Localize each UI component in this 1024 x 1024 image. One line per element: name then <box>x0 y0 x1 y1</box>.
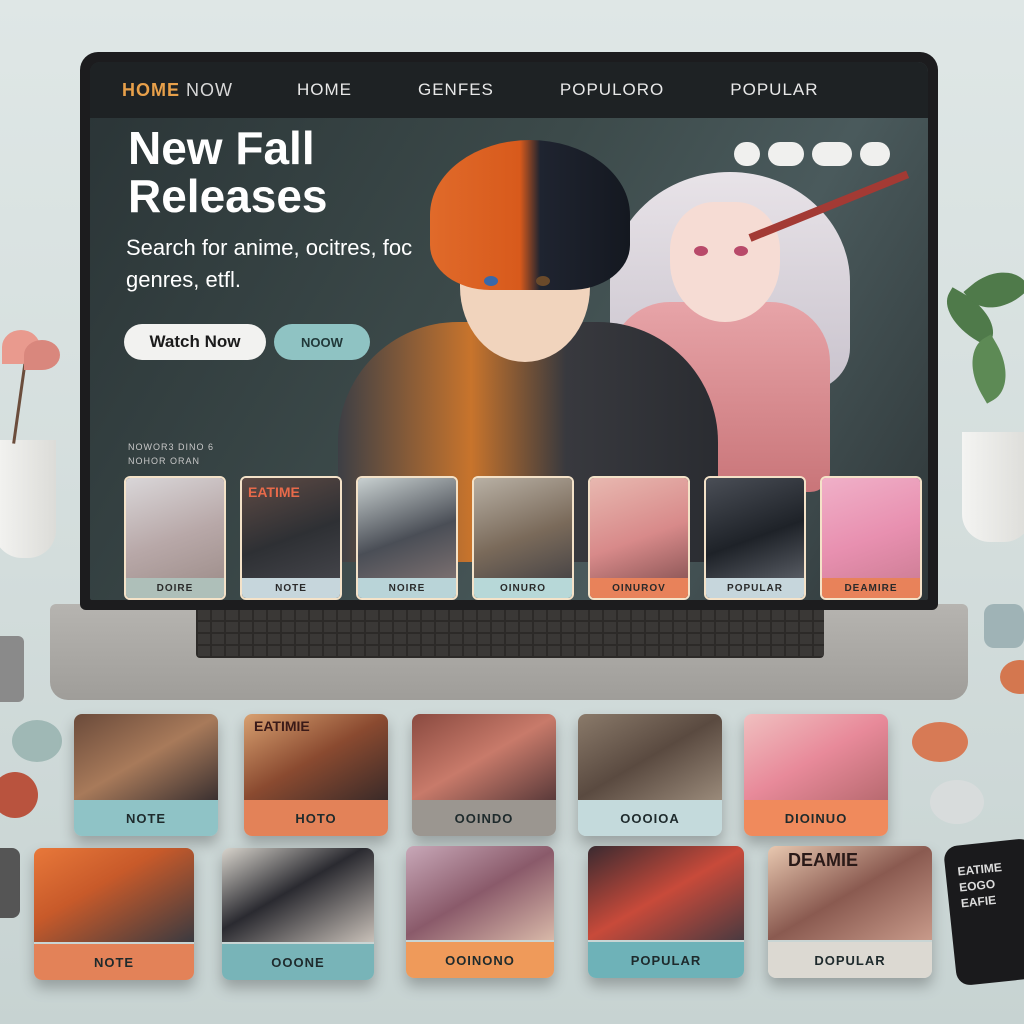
filter-pills <box>734 142 890 166</box>
pebble <box>930 780 984 824</box>
desk-card-caption: NOTE <box>34 944 194 980</box>
plant-pot-right <box>962 432 1024 542</box>
anime-card-title: EATIME <box>248 484 300 500</box>
tablet-edge <box>0 636 24 702</box>
desk-card-caption: DIOINUO <box>744 800 888 836</box>
filter-pill[interactable] <box>768 142 804 166</box>
hero-character-boy-hair <box>430 140 630 290</box>
nav-popular[interactable]: POPULAR <box>730 80 818 100</box>
anime-card-caption: DEAMIRE <box>822 578 920 598</box>
desk-card-caption: HOTO <box>244 800 388 836</box>
flower-left-2 <box>24 340 60 370</box>
desk-card-caption: OOOIOA <box>578 800 722 836</box>
flower-pot-left <box>0 440 56 558</box>
desk-card-caption: OOINDO <box>412 800 556 836</box>
anime-card[interactable]: OINUROV <box>588 476 690 600</box>
anime-card[interactable]: DOIRE <box>124 476 226 600</box>
anime-poster <box>578 714 722 800</box>
filter-pill[interactable] <box>860 142 890 166</box>
top-nav: HOME NOW HOME GENFES POPULORO POPULAR <box>90 62 928 118</box>
anime-card-row: DOIRE EATIME NOTE NOIRE OINURO OINUROV P… <box>124 476 922 600</box>
eye <box>734 246 748 256</box>
pebble <box>984 604 1024 648</box>
eye <box>536 276 550 286</box>
anime-poster <box>412 714 556 800</box>
desk-card-title: EATIMIE <box>254 718 310 734</box>
anime-poster <box>74 714 218 800</box>
desk-card-title: DEAMIE <box>788 850 859 870</box>
streaming-app-screen: HOME NOW HOME GENFES POPULORO POPULAR Ne… <box>90 62 928 600</box>
desk-card-caption: OOONE <box>222 944 374 980</box>
desk-card-caption: POPULAR <box>588 942 744 978</box>
flower-stem-left <box>12 360 27 444</box>
desk-anime-card[interactable]: OOONE <box>222 848 374 980</box>
anime-card-caption: OINURO <box>474 578 572 598</box>
anime-poster <box>744 714 888 800</box>
anime-card[interactable]: NOIRE <box>356 476 458 600</box>
hero-character-girl-face <box>670 202 780 322</box>
phone-screen-text: EATIME EOGO EAFIE <box>956 860 1003 911</box>
pebble <box>1000 660 1024 694</box>
desk-anime-card[interactable]: DIOINUO <box>744 714 888 836</box>
nav-populoro[interactable]: POPULORO <box>560 80 664 100</box>
anime-card-caption: OINUROV <box>590 578 688 598</box>
eye <box>484 276 498 286</box>
anime-card[interactable]: POPULAR <box>704 476 806 600</box>
desk-anime-card[interactable]: NOTE <box>74 714 218 836</box>
watch-now-button[interactable]: Watch Now <box>124 324 266 360</box>
pebble <box>0 772 38 818</box>
anime-card[interactable]: EATIME NOTE <box>240 476 342 600</box>
laptop-keyboard <box>196 606 824 658</box>
anime-poster <box>34 848 194 942</box>
nav-genres[interactable]: GENFES <box>418 80 494 100</box>
desk-card-caption: NOTE <box>74 800 218 836</box>
smartphone: EATIME EOGO EAFIE <box>942 837 1024 987</box>
desk-card-caption: DOPULAR <box>768 942 932 978</box>
desk-anime-card[interactable]: OOINONO <box>406 846 554 978</box>
secondary-hero-button[interactable]: NOOW <box>274 324 370 360</box>
anime-card-caption: DOIRE <box>126 578 224 598</box>
section-sublabel: NOHOR ORAN <box>128 456 201 466</box>
anime-card[interactable]: OINURO <box>472 476 574 600</box>
desk-anime-card[interactable]: OOINDO <box>412 714 556 836</box>
anime-poster <box>406 846 554 940</box>
pebble <box>912 722 968 762</box>
brand-logo[interactable]: HOME <box>122 80 180 101</box>
desk-anime-card[interactable]: DEAMIE DOPULAR <box>768 846 932 978</box>
anime-card-caption: POPULAR <box>706 578 804 598</box>
anime-poster <box>588 846 744 940</box>
desk-anime-card[interactable]: OOOIOA <box>578 714 722 836</box>
anime-card-caption: NOTE <box>242 578 340 598</box>
pebble <box>12 720 62 762</box>
filter-pill[interactable] <box>734 142 760 166</box>
hero-title: New Fall Releases <box>128 122 328 222</box>
brand-suffix[interactable]: NOW <box>186 80 233 101</box>
phone-edge-left <box>0 848 20 918</box>
desk-anime-card[interactable]: EATIMIE HOTO <box>244 714 388 836</box>
eye <box>694 246 708 256</box>
anime-card-caption: NOIRE <box>358 578 456 598</box>
desk-anime-card[interactable]: POPULAR <box>588 846 744 978</box>
hero-subtitle: Search for anime, ocitres, foc genres, e… <box>126 235 413 292</box>
nav-home[interactable]: HOME <box>297 80 352 100</box>
laptop-screen-bezel: HOME NOW HOME GENFES POPULORO POPULAR Ne… <box>80 52 938 610</box>
section-label: NOWOR3 DINO 6 <box>128 442 215 452</box>
anime-card[interactable]: DEAMIRE <box>820 476 922 600</box>
desk-card-caption: OOINONO <box>406 942 554 978</box>
filter-pill[interactable] <box>812 142 852 166</box>
plant-leaf-3 <box>958 334 1020 404</box>
anime-poster <box>222 848 374 942</box>
desk-anime-card[interactable]: NOTE <box>34 848 194 980</box>
